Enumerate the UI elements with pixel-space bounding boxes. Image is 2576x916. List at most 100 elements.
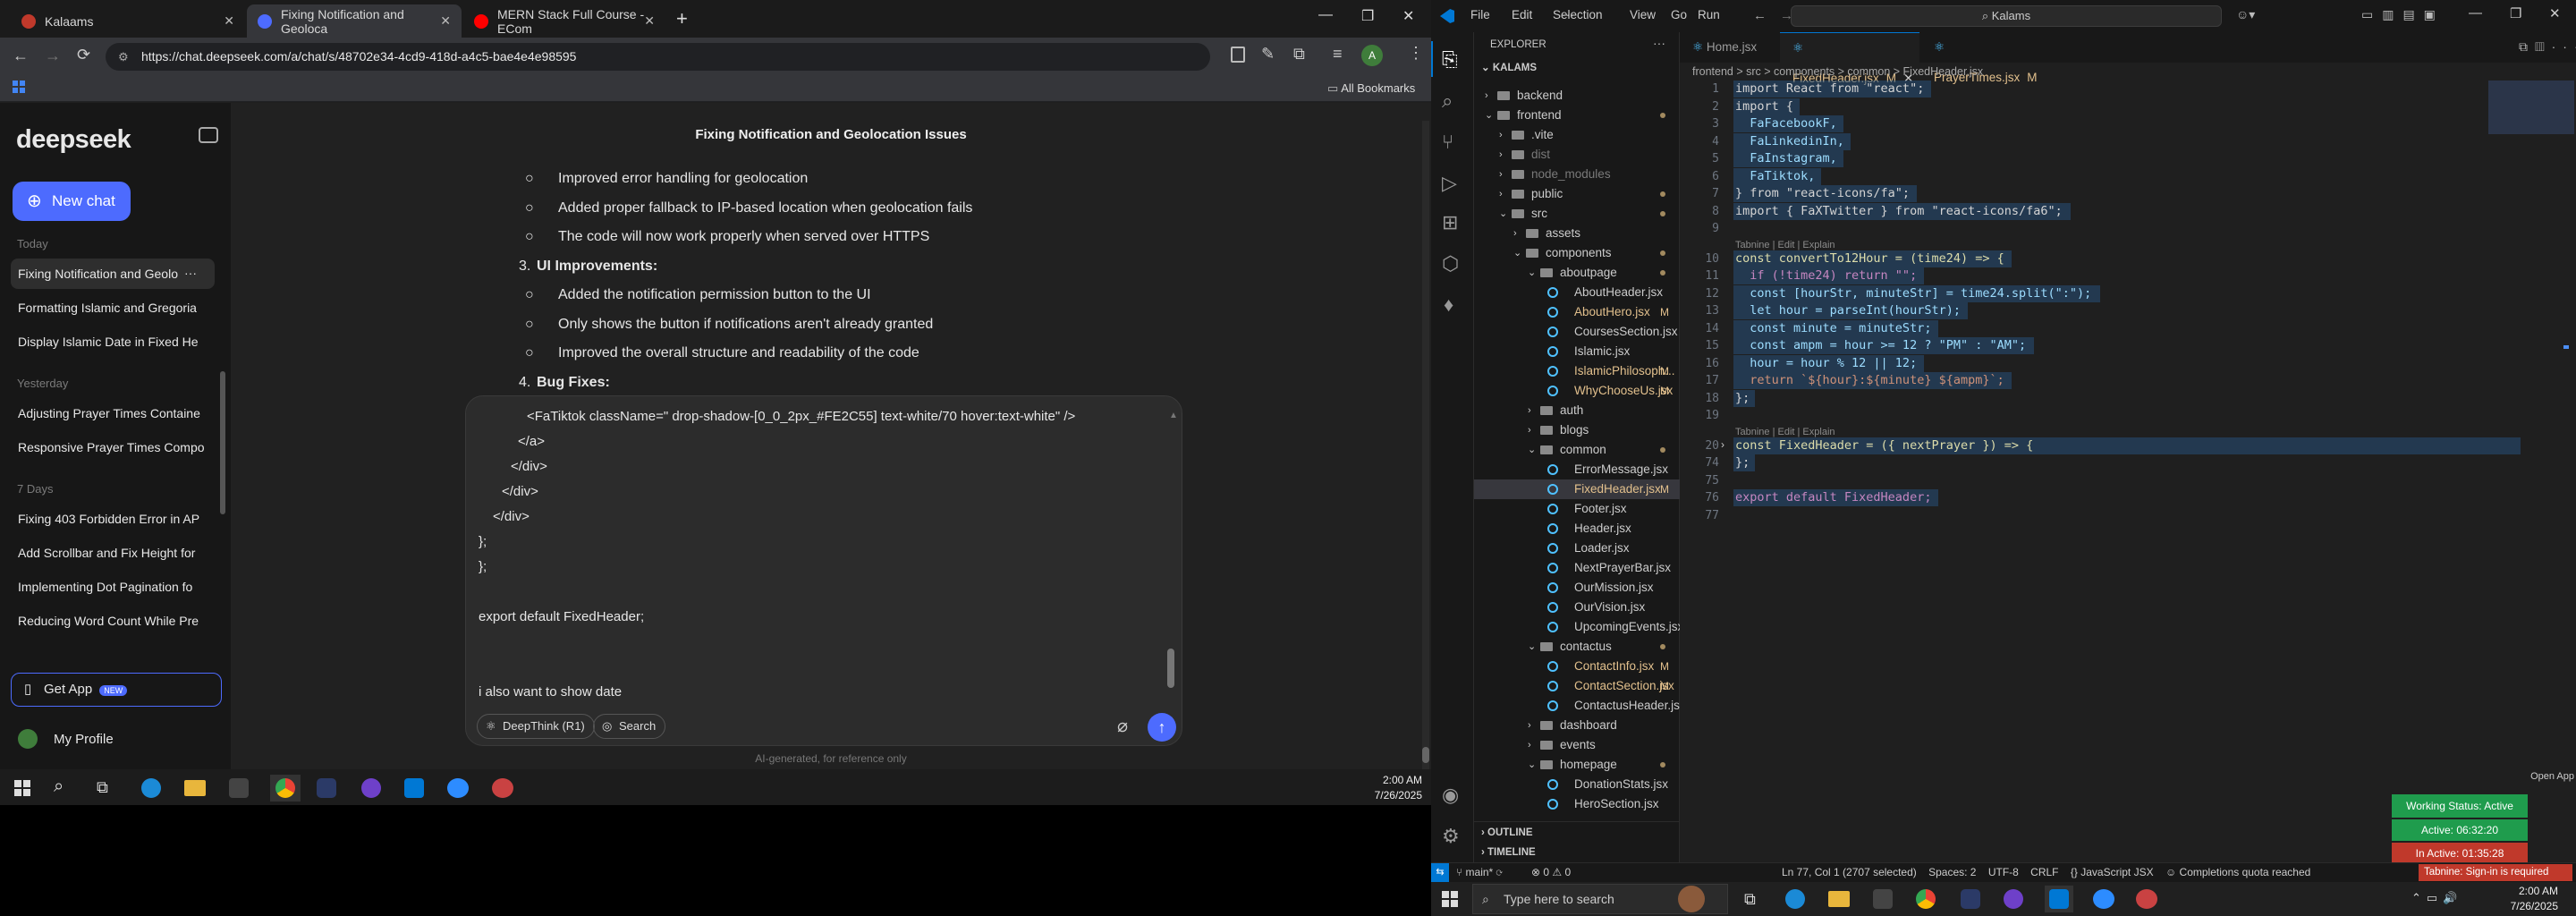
editor-tab[interactable]: ⚛ FixedHeader.jsx M ✕ — [1780, 32, 1919, 85]
indentation[interactable]: Spaces: 2 — [1928, 866, 1976, 878]
timeline-section[interactable]: › TIMELINE — [1481, 843, 1536, 862]
history-item[interactable]: Reducing Word Count While Pre — [11, 606, 215, 636]
address-bar[interactable]: ⚙ https://chat.deepseek.com/a/chat/s/4870… — [106, 43, 1210, 71]
folder-item[interactable]: ⌄ aboutpage — [1474, 263, 1680, 283]
problems-status[interactable]: ⊗ 0 ⚠ 0 — [1531, 866, 1571, 878]
chat-scrollbar[interactable] — [1422, 121, 1429, 769]
history-menu-icon[interactable]: ··· — [184, 266, 197, 280]
tab-mern[interactable]: MERN Stack Full Course - ECom ✕ — [463, 4, 665, 38]
history-item[interactable]: Fixing 403 Forbidden Error in AP — [11, 504, 215, 534]
search-button[interactable]: ◎ Search — [593, 714, 666, 739]
more-menu-icon[interactable]: ··· — [1562, 7, 1574, 21]
maximize-icon[interactable]: ❐ — [2510, 5, 2521, 21]
run-debug-icon[interactable]: ▷ — [1442, 172, 1457, 195]
file-explorer-icon[interactable] — [1828, 891, 1850, 907]
history-item[interactable]: Adjusting Prayer Times Containe — [11, 398, 215, 428]
chrome-icon[interactable] — [1916, 889, 1936, 909]
codelens[interactable]: Tabnine | Edit | Explain — [1735, 240, 1835, 250]
apps-grid-icon[interactable] — [13, 81, 25, 93]
file-item[interactable]: ErrorMessage.jsx — [1474, 460, 1680, 479]
extensions-icon[interactable]: ⊞ — [1442, 211, 1458, 234]
github-desktop-icon[interactable] — [2004, 889, 2023, 909]
pen-extension-icon[interactable]: ✎ — [1261, 45, 1275, 64]
folder-item[interactable]: › dist — [1474, 145, 1680, 165]
new-chat-button[interactable]: ⊕ New chat — [13, 182, 131, 221]
history-item[interactable]: Responsive Prayer Times Compo — [11, 432, 215, 462]
menu-lines-icon[interactable]: ≡ — [1333, 45, 1343, 64]
chrome-task[interactable] — [270, 775, 301, 802]
tab-deepseek[interactable]: Fixing Notification and Geoloca ✕ — [247, 4, 462, 38]
file-item[interactable]: UpcomingEvents.jsx — [1474, 617, 1683, 637]
folder-item[interactable]: ⌄ common — [1474, 440, 1680, 460]
history-item[interactable]: Add Scrollbar and Fix Height for — [11, 538, 215, 568]
file-item[interactable]: HeroSection.jsx — [1474, 794, 1680, 814]
forward-icon[interactable]: → — [45, 47, 61, 65]
all-bookmarks[interactable]: ▭ All Bookmarks — [1327, 81, 1415, 96]
minimize-icon[interactable]: — — [2469, 5, 2482, 21]
windows-start-icon[interactable] — [1442, 891, 1458, 907]
app-icon[interactable] — [492, 778, 513, 798]
gear-icon[interactable]: ⚙ — [1442, 825, 1460, 848]
close-tab-icon[interactable]: ✕ — [224, 13, 234, 29]
edge-icon[interactable] — [1785, 889, 1805, 909]
folder-item[interactable]: › events — [1474, 735, 1680, 755]
folder-item[interactable]: › backend — [1474, 86, 1680, 106]
site-info-icon[interactable]: ⚙ — [118, 43, 129, 71]
vscode-task[interactable] — [2045, 886, 2073, 912]
folder-item[interactable]: ⌄ contactus — [1474, 637, 1680, 657]
layout-icons[interactable]: ▭▥▤▣ — [2361, 7, 2445, 22]
breadcrumb[interactable]: frontend > src > components > common > F… — [1692, 65, 1983, 78]
clock[interactable]: 2:00 AM 7/26/2025 — [2487, 884, 2558, 914]
more-actions-icon[interactable]: ··· — [1653, 36, 1665, 50]
source-control-icon[interactable]: ⑂ — [1442, 131, 1453, 154]
folder-item[interactable]: › .vite — [1474, 125, 1680, 145]
folder-item[interactable]: ⌄ homepage — [1474, 755, 1680, 775]
extension-icon[interactable] — [1231, 47, 1245, 63]
sidebar-scrollbar[interactable] — [220, 371, 225, 514]
file-item[interactable]: FixedHeader.jsx M — [1474, 479, 1680, 499]
edge-icon[interactable] — [141, 778, 161, 798]
clock[interactable]: 2:00 AM 7/26/2025 — [1351, 773, 1422, 803]
remote-indicator-icon[interactable]: ⇆ — [1431, 863, 1449, 882]
folder-item[interactable]: ⌄ frontend — [1474, 106, 1680, 125]
folder-item[interactable]: ⌄ components — [1474, 243, 1680, 263]
account-icon[interactable]: ◉ — [1442, 784, 1459, 807]
search-highlight-icon[interactable] — [1678, 886, 1705, 912]
file-item[interactable]: Header.jsx — [1474, 519, 1680, 539]
app-icon[interactable] — [1961, 889, 1980, 909]
search-icon[interactable]: ⌕ — [1442, 89, 1453, 113]
close-tab-icon[interactable]: ✕ — [644, 13, 655, 29]
menu-selection[interactable]: Selection — [1553, 8, 1603, 21]
file-item[interactable]: IslamicPhilosoph... M — [1474, 361, 1680, 381]
github-desktop-icon[interactable] — [361, 778, 381, 798]
history-item[interactable]: Implementing Dot Pagination fo — [11, 572, 215, 602]
editor-actions-icon[interactable]: ⧉▥··· — [2519, 39, 2576, 55]
avatar[interactable] — [18, 729, 38, 749]
close-tab-icon[interactable]: ✕ — [440, 13, 451, 29]
reload-icon[interactable]: ⟳ — [77, 46, 90, 64]
task-view-icon[interactable]: ⧉ — [1744, 890, 1756, 909]
open-app-label[interactable]: Open App — [2529, 771, 2574, 782]
outline-section[interactable]: › OUTLINE — [1481, 823, 1533, 843]
file-item[interactable]: OurMission.jsx — [1474, 578, 1680, 598]
file-item[interactable]: CoursesSection.jsx — [1474, 322, 1680, 342]
chat-input[interactable]: <FaTiktok className=" drop-shadow-[0_0_2… — [465, 395, 1182, 746]
menu-view[interactable]: View — [1630, 8, 1656, 21]
remote-icon[interactable]: ⬡ — [1442, 252, 1459, 276]
copilot-icon[interactable]: ☺▾ — [2236, 7, 2255, 22]
zoom-icon[interactable] — [447, 778, 469, 798]
deepthink-button[interactable]: ⚛ DeepThink (R1) — [477, 714, 595, 739]
attach-icon[interactable]: ⌀ — [1117, 715, 1128, 737]
close-window-icon[interactable]: ✕ — [2549, 5, 2561, 21]
quota-status[interactable]: Completions quota reached — [2180, 866, 2311, 878]
tabnine-status[interactable]: Tabnine: Sign-in is required — [2419, 864, 2572, 881]
folder-item[interactable]: › node_modules — [1474, 165, 1680, 184]
explorer-icon[interactable]: ⎘ — [1442, 48, 1458, 72]
file-item[interactable]: AboutHeader.jsx — [1474, 283, 1680, 302]
scroll-up-icon[interactable]: ▲ — [1169, 411, 1178, 420]
codelens[interactable]: Tabnine | Edit | Explain — [1735, 427, 1835, 437]
kebab-menu-icon[interactable]: ⋮ — [1408, 44, 1424, 63]
file-item[interactable]: ContactInfo.jsx M — [1474, 657, 1680, 676]
app-icon[interactable] — [2136, 889, 2157, 909]
cursor-position[interactable]: Ln 77, Col 1 (2707 selected) — [1782, 866, 1917, 878]
